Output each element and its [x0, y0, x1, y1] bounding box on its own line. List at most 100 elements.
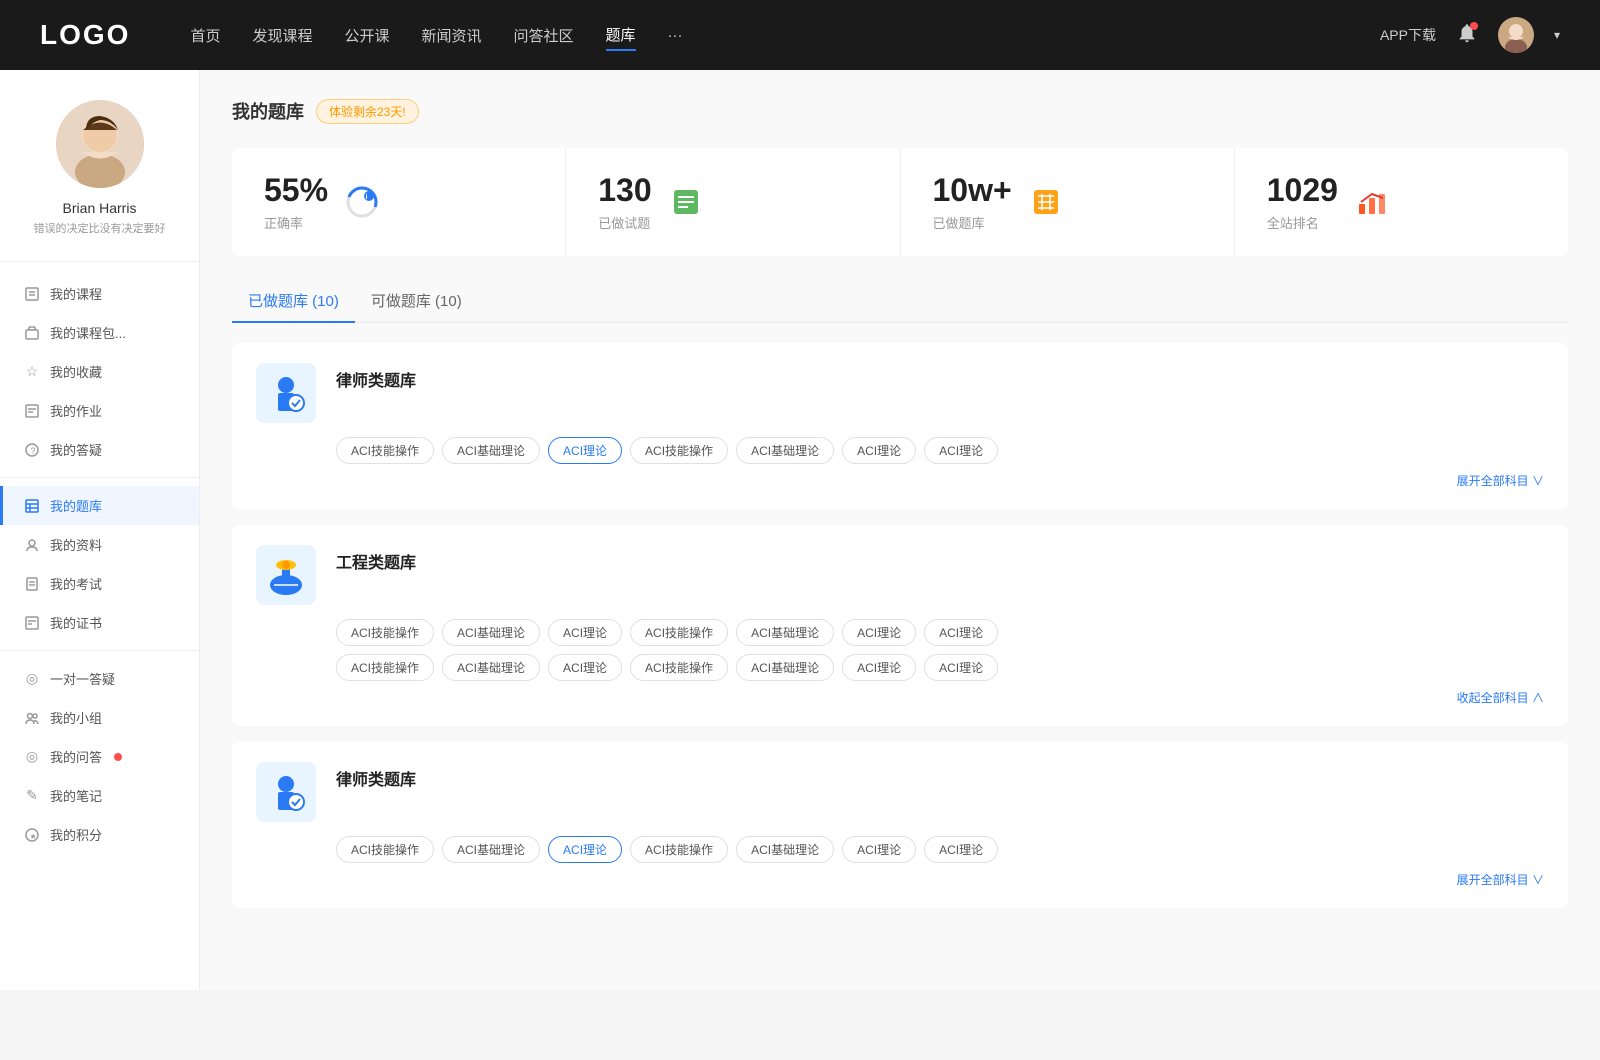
- tag-2-2[interactable]: ACI理论: [548, 619, 622, 646]
- tag-2-1[interactable]: ACI基础理论: [442, 619, 540, 646]
- stat-done-questions-label: 已做试题: [598, 213, 651, 232]
- tag-2-3[interactable]: ACI技能操作: [630, 619, 728, 646]
- tag-3-2[interactable]: ACI理论: [548, 836, 622, 863]
- sidebar-item-points[interactable]: ★ 我的积分: [0, 815, 199, 854]
- tag-3-3[interactable]: ACI技能操作: [630, 836, 728, 863]
- qbank-tags-row1: ACI技能操作 ACI基础理论 ACI理论 ACI技能操作 ACI基础理论 AC…: [256, 619, 1544, 646]
- sidebar-item-qa[interactable]: ? 我的答疑: [0, 430, 199, 469]
- tag-1-6[interactable]: ACI理论: [924, 437, 998, 464]
- content-area: 我的题库 体验剩余23天! 55% 正确率 i: [200, 70, 1600, 990]
- sidebar-item-homework[interactable]: 我的作业: [0, 391, 199, 430]
- nav-more[interactable]: ···: [668, 23, 683, 48]
- sidebar-item-certificate[interactable]: 我的证书: [0, 603, 199, 642]
- tag-3-6[interactable]: ACI理论: [924, 836, 998, 863]
- sidebar-item-label: 我的收藏: [50, 362, 102, 381]
- tag-3-4[interactable]: ACI基础理论: [736, 836, 834, 863]
- tab-done-banks[interactable]: 已做题库 (10): [232, 280, 355, 321]
- sidebar-item-favorites[interactable]: ☆ 我的收藏: [0, 352, 199, 391]
- sidebar-item-1on1[interactable]: ◎ 一对一答疑: [0, 659, 199, 698]
- nav-home[interactable]: 首页: [190, 21, 220, 50]
- logo[interactable]: LOGO: [40, 19, 130, 51]
- profile-icon: [24, 537, 40, 553]
- qbank-expand-3[interactable]: 展开全部科目 ∨: [256, 871, 1544, 888]
- tag-2-11[interactable]: ACI基础理论: [736, 654, 834, 681]
- stat-rank: 1029 全站排名: [1235, 148, 1568, 256]
- sidebar-item-label: 我的资料: [50, 535, 102, 554]
- sidebar-item-profile[interactable]: 我的资料: [0, 525, 199, 564]
- notification-bell[interactable]: [1456, 22, 1478, 49]
- my-qa-icon: ◎: [24, 749, 40, 765]
- navbar: LOGO 首页 发现课程 公开课 新闻资讯 问答社区 题库 ··· APP下载 …: [0, 0, 1600, 70]
- stat-done-banks-content: 10w+ 已做题库: [933, 172, 1012, 232]
- sidebar-item-course-pkg[interactable]: 我的课程包...: [0, 313, 199, 352]
- tab-available-banks[interactable]: 可做题库 (10): [355, 280, 478, 321]
- tag-2-7[interactable]: ACI技能操作: [336, 654, 434, 681]
- tag-1-0[interactable]: ACI技能操作: [336, 437, 434, 464]
- tag-1-4[interactable]: ACI基础理论: [736, 437, 834, 464]
- stat-rank-value: 1029: [1267, 172, 1338, 209]
- tag-2-4[interactable]: ACI基础理论: [736, 619, 834, 646]
- tag-1-1[interactable]: ACI基础理论: [442, 437, 540, 464]
- tag-2-0[interactable]: ACI技能操作: [336, 619, 434, 646]
- group-icon: [24, 710, 40, 726]
- tag-3-5[interactable]: ACI理论: [842, 836, 916, 863]
- qbank-collapse-2[interactable]: 收起全部科目 ∧: [256, 689, 1544, 706]
- nav-qa[interactable]: 问答社区: [514, 21, 574, 50]
- sidebar-divider-2: [0, 650, 199, 651]
- nav-menu: 首页 发现课程 公开课 新闻资讯 问答社区 题库 ···: [190, 20, 1380, 51]
- tag-1-2[interactable]: ACI理论: [548, 437, 622, 464]
- sidebar-item-qbank[interactable]: 我的题库: [0, 486, 199, 525]
- tag-2-13[interactable]: ACI理论: [924, 654, 998, 681]
- stat-accuracy: 55% 正确率 i: [232, 148, 566, 256]
- sidebar-item-exam[interactable]: 我的考试: [0, 564, 199, 603]
- app-download-btn[interactable]: APP下载: [1380, 25, 1436, 45]
- tag-1-5[interactable]: ACI理论: [842, 437, 916, 464]
- page-title: 我的题库: [232, 98, 304, 124]
- qbank-header-1: 律师类题库: [256, 363, 1544, 423]
- sidebar-item-notes[interactable]: ✎ 我的笔记: [0, 776, 199, 815]
- navbar-right: APP下载 ▾: [1380, 17, 1560, 53]
- nav-discover[interactable]: 发现课程: [252, 21, 312, 50]
- stat-rank-label: 全站排名: [1267, 213, 1338, 232]
- tag-2-8[interactable]: ACI基础理论: [442, 654, 540, 681]
- avatar[interactable]: [1498, 17, 1534, 53]
- tag-3-0[interactable]: ACI技能操作: [336, 836, 434, 863]
- main-layout: Brian Harris 错误的决定比没有决定要好 我的课程 我的课程包... …: [0, 70, 1600, 990]
- stats-row: 55% 正确率 i 130 已做试题: [232, 148, 1568, 256]
- stat-done-banks-label: 已做题库: [933, 213, 1012, 232]
- one-on-one-icon: ◎: [24, 671, 40, 687]
- tag-2-10[interactable]: ACI技能操作: [630, 654, 728, 681]
- course-icon: [24, 286, 40, 302]
- sidebar-item-label: 我的积分: [50, 825, 102, 844]
- stat-done-banks-value: 10w+: [933, 172, 1012, 209]
- tag-1-3[interactable]: ACI技能操作: [630, 437, 728, 464]
- sidebar-item-my-qa[interactable]: ◎ 我的问答: [0, 737, 199, 776]
- stat-rank-icon: [1354, 184, 1390, 220]
- stat-accuracy-icon: i: [344, 184, 380, 220]
- avatar-dropdown-arrow[interactable]: ▾: [1554, 28, 1560, 42]
- qbank-header-2: 工程类题库: [256, 545, 1544, 605]
- profile-bio: 错误的决定比没有决定要好: [34, 222, 166, 237]
- svg-text:★: ★: [30, 832, 37, 841]
- tag-2-6[interactable]: ACI理论: [924, 619, 998, 646]
- tag-2-12[interactable]: ACI理论: [842, 654, 916, 681]
- sidebar-item-group[interactable]: 我的小组: [0, 698, 199, 737]
- nav-qbank[interactable]: 题库: [606, 20, 636, 51]
- stat-done-questions-icon: [668, 184, 704, 220]
- qbank-expand-1[interactable]: 展开全部科目 ∨: [256, 472, 1544, 489]
- tag-2-5[interactable]: ACI理论: [842, 619, 916, 646]
- stat-rank-content: 1029 全站排名: [1267, 172, 1338, 232]
- qbank-icon-lawyer-2: [256, 762, 316, 822]
- sidebar-item-label: 我的考试: [50, 574, 102, 593]
- qbank-icon: [24, 498, 40, 514]
- sidebar-item-my-course[interactable]: 我的课程: [0, 274, 199, 313]
- nav-news[interactable]: 新闻资讯: [422, 21, 482, 50]
- stat-done-questions-content: 130 已做试题: [598, 172, 651, 232]
- notification-dot: [1470, 22, 1478, 30]
- tag-3-1[interactable]: ACI基础理论: [442, 836, 540, 863]
- tag-2-9[interactable]: ACI理论: [548, 654, 622, 681]
- qbank-icon-lawyer-1: [256, 363, 316, 423]
- nav-open-course[interactable]: 公开课: [344, 21, 389, 50]
- stat-accuracy-value: 55%: [264, 172, 328, 209]
- qbank-tags-1: ACI技能操作 ACI基础理论 ACI理论 ACI技能操作 ACI基础理论 AC…: [256, 437, 1544, 464]
